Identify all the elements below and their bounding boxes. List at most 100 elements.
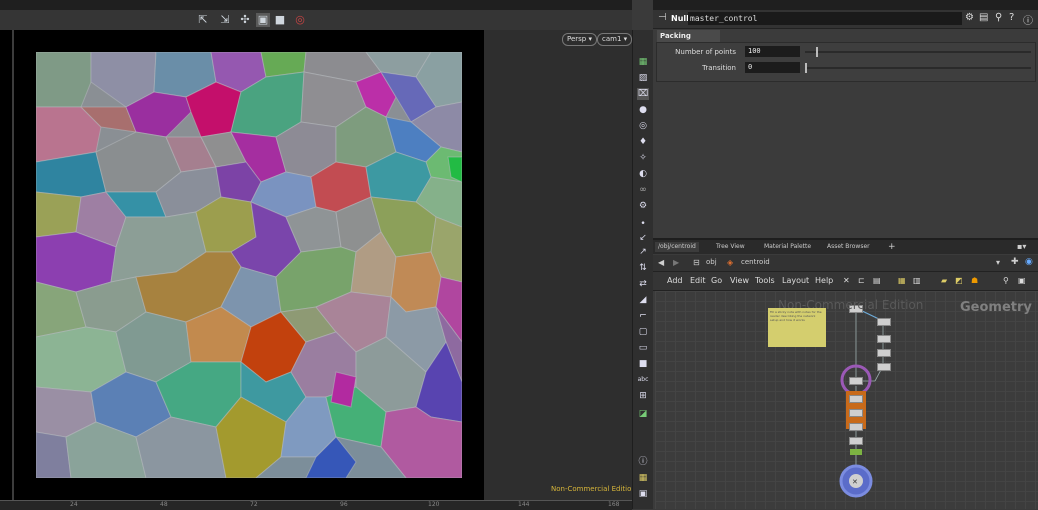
graph-node[interactable] xyxy=(849,409,863,417)
ruler-tool-icon[interactable]: ⌐ xyxy=(637,310,649,322)
help-book-icon[interactable]: ▤ xyxy=(979,12,988,23)
tab-asset-browser[interactable]: Asset Browser xyxy=(824,242,873,252)
select-tool-icon[interactable]: ⇱ xyxy=(196,13,210,27)
link-icon[interactable]: ◉ xyxy=(1025,257,1033,267)
abc-icon[interactable]: abc xyxy=(637,374,649,386)
wrench-icon[interactable]: ✕ xyxy=(843,276,850,285)
layout-icon[interactable]: ⊞ xyxy=(637,390,649,402)
point-icon[interactable]: • xyxy=(637,218,649,230)
transition-slider-thumb[interactable] xyxy=(805,63,807,73)
perspective-menu[interactable]: Persp ▾ xyxy=(562,33,597,46)
menu-add[interactable]: Add xyxy=(667,276,683,285)
path-centroid[interactable]: centroid xyxy=(741,258,770,266)
add-tab-button[interactable]: + xyxy=(885,242,899,252)
menu-edit[interactable]: Edit xyxy=(690,276,706,285)
palette-icon[interactable]: ☗ xyxy=(971,276,978,285)
voronoi-render xyxy=(36,52,462,478)
ruler-tick: 48 xyxy=(160,501,168,508)
target-icon[interactable]: ◎ xyxy=(637,120,649,132)
menu-layout[interactable]: Layout xyxy=(782,276,809,285)
tree-icon[interactable]: ⊏ xyxy=(858,276,865,285)
points-field[interactable]: 100 xyxy=(745,46,800,57)
transition-field[interactable]: 0 xyxy=(745,62,800,73)
graph-node[interactable] xyxy=(877,335,891,343)
transform-tool-icon[interactable]: ⇲ xyxy=(218,13,232,27)
info-icon[interactable]: ⓘ xyxy=(1023,12,1033,27)
camera-lens-icon[interactable]: ◐ xyxy=(637,168,649,180)
node-name-field[interactable]: master_control xyxy=(688,12,962,25)
menu-tools[interactable]: Tools xyxy=(755,276,775,285)
svg-text:✕: ✕ xyxy=(852,478,858,486)
uv-icon[interactable]: ⇄ xyxy=(637,278,649,290)
edge-icon[interactable]: ↙ xyxy=(637,232,649,244)
forward-icon[interactable]: ▶ xyxy=(673,258,679,267)
transition-slider[interactable] xyxy=(805,67,1031,69)
graph-node[interactable] xyxy=(849,395,863,403)
wireframe-icon[interactable]: ◢ xyxy=(637,294,649,306)
box-icon[interactable]: ▨ xyxy=(637,72,649,84)
search-icon[interactable]: ⚲ xyxy=(995,12,1002,23)
menu-go[interactable]: Go xyxy=(711,276,722,285)
non-commercial-watermark: Non-Commercial Edition xyxy=(551,485,636,493)
viewport-left-bar xyxy=(12,30,14,500)
tab-obj-centroid[interactable]: /obj/centroid xyxy=(655,242,699,252)
preview-icon[interactable]: ▣ xyxy=(1018,276,1026,285)
camera-icon[interactable]: ■ xyxy=(273,13,287,27)
grid-icon[interactable]: ▦ xyxy=(637,56,649,68)
primitive-icon[interactable]: ↗ xyxy=(637,246,649,258)
light-icon[interactable]: ♦ xyxy=(637,136,649,148)
sticky-icon[interactable]: ▰ xyxy=(941,276,947,285)
frame-icon[interactable]: ▭ xyxy=(637,342,649,354)
sphere-icon[interactable]: ● xyxy=(637,104,649,116)
tab-material-palette[interactable]: Material Palette xyxy=(761,242,814,252)
display-options-icon[interactable]: ⚙ xyxy=(637,200,649,212)
viewport-shelf: ▦ ▨ ⌧ ● ◎ ♦ ✧ ◐ ∞ ⚙ • ↙ ↗ ⇅ ⇄ ◢ ⌐ ▢ ▭ ■ … xyxy=(632,30,653,509)
help-icon[interactable]: ? xyxy=(1009,12,1014,23)
snap-tool-icon[interactable]: ✣ xyxy=(238,13,252,27)
info-icon[interactable]: ⓘ xyxy=(637,456,649,468)
lock-icon[interactable]: ⌧ xyxy=(637,88,649,100)
pin-icon[interactable]: ✚ xyxy=(1011,257,1019,267)
tiles-icon[interactable]: ▦ xyxy=(637,472,649,484)
network-editor[interactable]: ✕ xyxy=(655,291,1038,509)
network-menubar: Add Edit Go View Tools Layout Help ✕ ⊏ ▤… xyxy=(653,272,1038,291)
network-box-icon[interactable]: ◩ xyxy=(955,276,963,285)
path-dropdown-icon[interactable]: ▾ xyxy=(996,258,1000,267)
ruler-tick: 24 xyxy=(70,501,78,508)
snapshot-icon[interactable]: ◪ xyxy=(637,408,649,420)
gear-icon[interactable]: ⚙ xyxy=(965,12,974,23)
node-type-label: Null xyxy=(671,14,689,23)
search-icon[interactable]: ⚲ xyxy=(1003,276,1009,285)
node-graph: ✕ xyxy=(839,307,884,498)
points-slider[interactable] xyxy=(805,51,1031,53)
points-slider-thumb[interactable] xyxy=(816,47,818,57)
tab-packing-control[interactable]: Packing Control xyxy=(657,30,720,52)
display-toggle-icon[interactable]: ▣ xyxy=(256,13,270,27)
graph-node[interactable] xyxy=(877,363,891,371)
screen-icon[interactable]: ▣ xyxy=(637,488,649,500)
menu-help[interactable]: Help xyxy=(815,276,833,285)
context-label: Geometry xyxy=(960,300,1032,315)
graph-node[interactable] xyxy=(877,349,891,357)
path-obj[interactable]: obj xyxy=(706,258,717,266)
layout-icon[interactable]: ▥ xyxy=(913,276,921,285)
grid-view-icon[interactable]: ▦ xyxy=(898,276,906,285)
normals-icon[interactable]: ⇅ xyxy=(637,262,649,274)
menu-view[interactable]: View xyxy=(730,276,749,285)
square-icon[interactable]: ■ xyxy=(637,358,649,370)
sticky-note[interactable]: Fill a sticky note with notes for the re… xyxy=(768,308,826,347)
cube-icon[interactable]: ▢ xyxy=(637,326,649,338)
list-icon[interactable]: ▤ xyxy=(873,276,881,285)
graph-node[interactable] xyxy=(877,318,891,326)
graph-node-selected[interactable] xyxy=(849,377,863,385)
tab-tree-view[interactable]: Tree View xyxy=(713,242,748,252)
graph-node[interactable] xyxy=(849,423,863,431)
link-icon[interactable]: ∞ xyxy=(637,184,649,196)
record-icon[interactable]: ◎ xyxy=(293,13,307,27)
lamp-icon[interactable]: ✧ xyxy=(637,152,649,164)
graph-node[interactable] xyxy=(849,437,863,445)
pane-menu-icon[interactable]: ▪▾ xyxy=(1017,242,1026,251)
camera-menu[interactable]: cam1 ▾ xyxy=(597,33,633,46)
parameter-empty-area xyxy=(653,82,1038,237)
back-icon[interactable]: ◀ xyxy=(658,258,664,267)
